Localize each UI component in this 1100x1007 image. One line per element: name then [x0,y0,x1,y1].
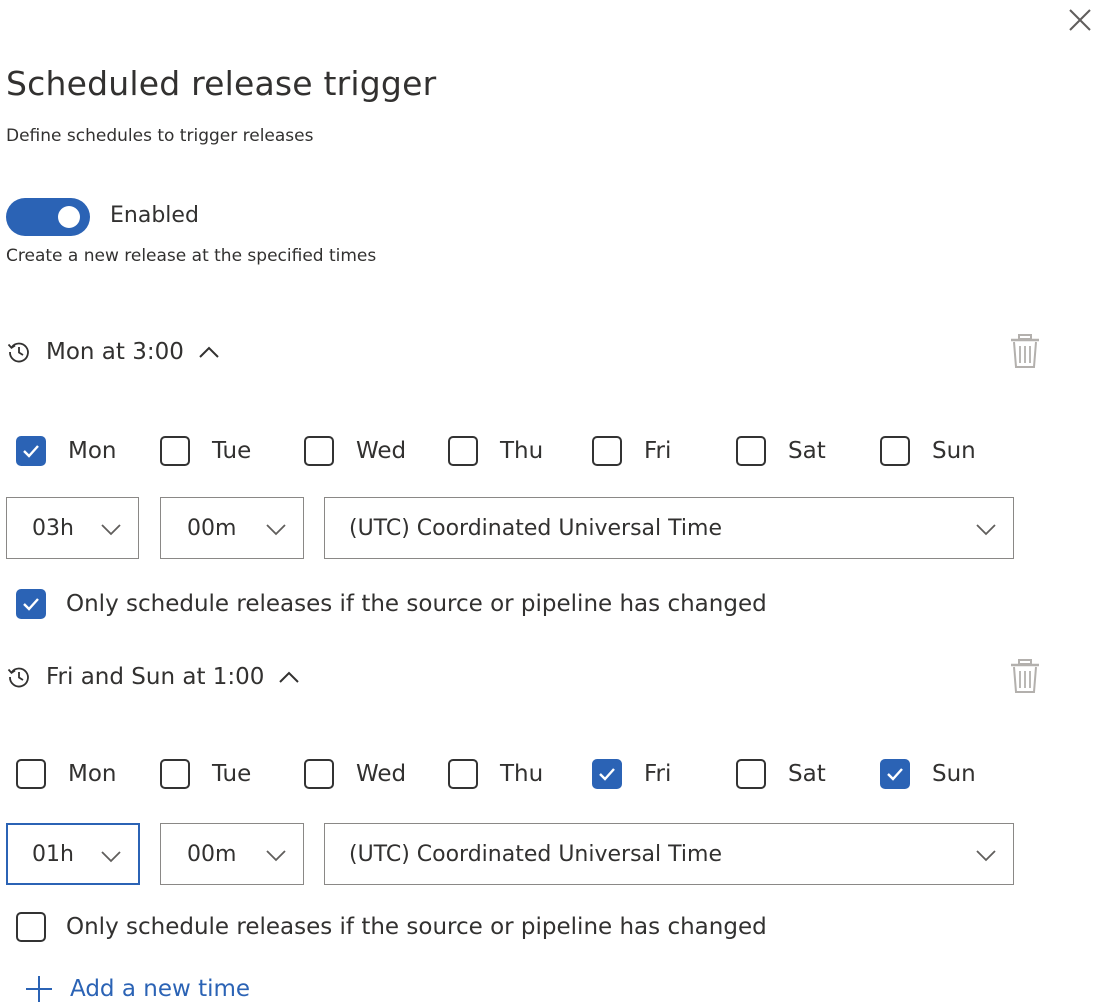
minute-value: 00m [187,841,237,867]
chevron-down-icon [266,850,286,862]
day-label: Wed [356,761,407,787]
schedule-2-hour-select[interactable]: 01h [6,823,140,885]
schedule-2-day-thu[interactable]: Thu [448,757,543,791]
schedule-2-timezone-select[interactable]: (UTC) Coordinated Universal Time [324,823,1014,885]
chevron-down-icon [976,850,996,862]
checkbox[interactable] [592,436,622,466]
toggle-knob [58,206,80,228]
schedule-1-summary: Mon at 3:00 [46,339,184,365]
day-label: Sat [788,438,826,464]
chevron-up-icon [279,671,300,683]
day-label: Sun [932,761,976,787]
schedule-2-header[interactable]: Fri and Sun at 1:00 [6,659,302,695]
checkbox[interactable] [736,759,766,789]
hour-value: 01h [32,841,74,867]
schedule-2-minute-select[interactable]: 00m [160,823,304,885]
checkbox[interactable] [16,589,46,619]
checkbox[interactable] [736,436,766,466]
schedule-1-day-tue[interactable]: Tue [160,434,251,468]
day-label: Tue [212,761,252,787]
schedule-1-day-sun[interactable]: Sun [880,434,976,468]
day-label: Thu [500,438,544,464]
day-label: Fri [644,438,672,464]
history-icon [7,667,29,688]
schedule-1-day-thu[interactable]: Thu [448,434,543,468]
checkbox[interactable] [880,436,910,466]
schedule-2-day-wed[interactable]: Wed [304,757,406,791]
checkbox[interactable] [160,759,190,789]
only-if-changed-label: Only schedule releases if the source or … [66,591,767,617]
schedule-1-timezone-select[interactable]: (UTC) Coordinated Universal Time [324,497,1014,559]
schedule-1-only-if-changed[interactable]: Only schedule releases if the source or … [16,587,767,621]
schedule-2-day-fri[interactable]: Fri [592,757,671,791]
schedule-2-day-tue[interactable]: Tue [160,757,251,791]
schedule-1-day-sat[interactable]: Sat [736,434,826,468]
schedule-2-day-mon[interactable]: Mon [16,757,117,791]
checkbox[interactable] [160,436,190,466]
plus-icon [26,976,52,1002]
schedule-1-day-mon[interactable]: Mon [16,434,117,468]
checkbox[interactable] [304,436,334,466]
add-new-time-button[interactable]: Add a new time [24,972,250,1006]
checkmark-icon [887,768,903,781]
checkmark-icon [599,768,615,781]
chevron-down-icon [266,524,286,536]
hour-value: 03h [32,515,74,541]
toggle-label: Enabled [110,203,199,228]
trash-icon[interactable] [1009,333,1041,369]
timezone-value: (UTC) Coordinated Universal Time [349,515,722,541]
schedule-1-day-fri[interactable]: Fri [592,434,671,468]
day-label: Sat [788,761,826,787]
day-label: Mon [68,438,117,464]
schedule-1-header[interactable]: Mon at 3:00 [6,334,222,370]
chevron-down-icon [976,524,996,536]
schedule-2-day-sun[interactable]: Sun [880,757,976,791]
day-label: Tue [212,438,252,464]
close-button[interactable] [1066,6,1094,34]
chevron-down-icon [101,851,121,863]
schedule-2-only-if-changed[interactable]: Only schedule releases if the source or … [16,910,767,944]
day-label: Wed [356,438,407,464]
checkmark-icon [23,598,39,611]
schedule-1-hour-select[interactable]: 03h [6,497,139,559]
checkbox[interactable] [592,759,622,789]
chevron-down-icon [101,524,121,536]
minute-value: 00m [187,515,237,541]
schedule-2-summary: Fri and Sun at 1:00 [46,664,265,690]
trash-icon[interactable] [1009,658,1041,694]
schedule-1-minute-select[interactable]: 00m [160,497,304,559]
day-label: Sun [932,438,976,464]
day-label: Thu [500,761,544,787]
chevron-up-icon [199,346,219,358]
only-if-changed-label: Only schedule releases if the source or … [66,914,767,940]
panel-subtitle: Define schedules to trigger releases [6,126,314,146]
add-new-time-label: Add a new time [70,976,251,1002]
checkbox[interactable] [448,436,478,466]
checkbox[interactable] [304,759,334,789]
checkbox[interactable] [16,759,46,789]
day-label: Fri [644,761,672,787]
checkbox[interactable] [16,912,46,942]
schedule-2-day-sat[interactable]: Sat [736,757,826,791]
checkmark-icon [23,445,39,458]
close-icon [1069,9,1091,31]
checkbox[interactable] [448,759,478,789]
panel-title: Scheduled release trigger [6,64,437,103]
checkbox[interactable] [880,759,910,789]
schedule-1-day-wed[interactable]: Wed [304,434,406,468]
checkbox[interactable] [16,436,46,466]
history-icon [7,342,29,363]
enabled-toggle[interactable] [6,198,90,236]
timezone-value: (UTC) Coordinated Universal Time [349,841,722,867]
day-label: Mon [68,761,117,787]
toggle-description: Create a new release at the specified ti… [6,246,377,266]
